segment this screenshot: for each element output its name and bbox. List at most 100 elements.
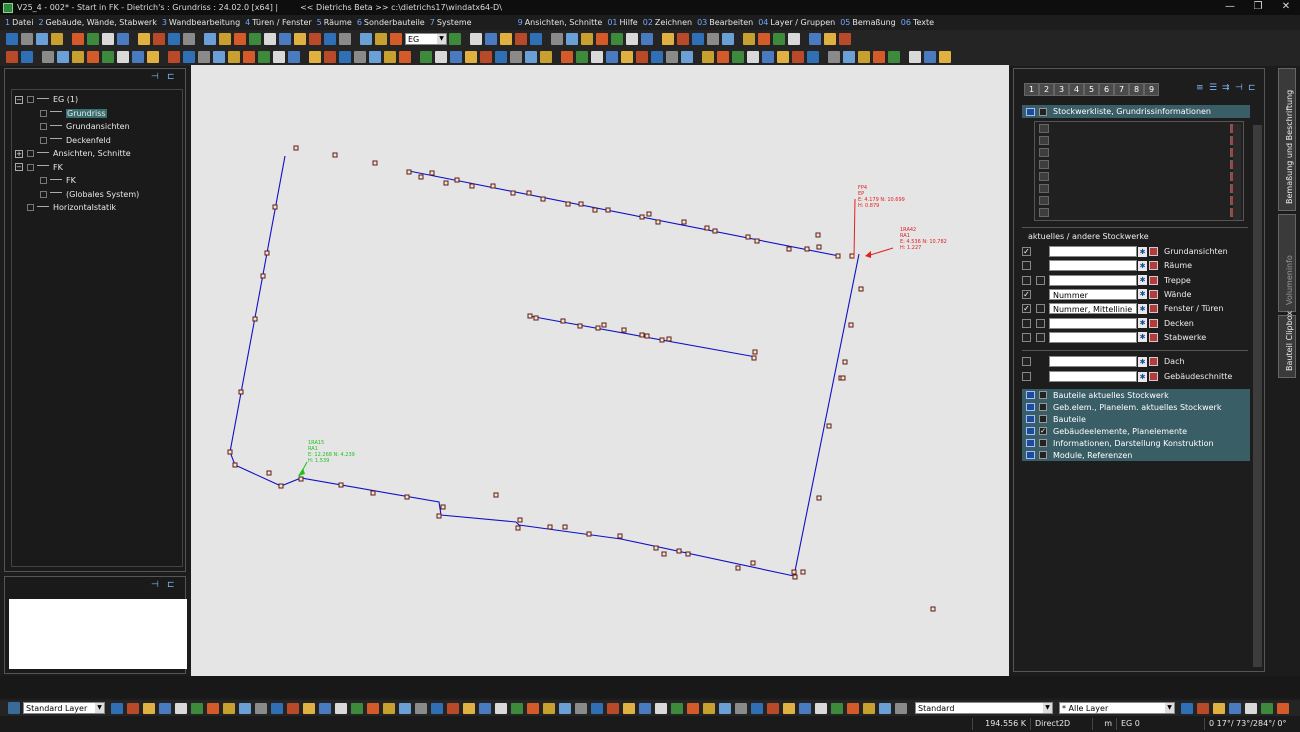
- align-icon[interactable]: ⇉: [1222, 84, 1232, 93]
- layer-display-field[interactable]: [1049, 317, 1137, 329]
- toolbar-tool-icon[interactable]: [168, 33, 180, 45]
- toolbar-tool-icon[interactable]: [576, 51, 588, 63]
- toolbar-tool-icon[interactable]: [21, 51, 33, 63]
- toolbar-tool-icon[interactable]: [662, 33, 674, 45]
- drawing-tool-icon[interactable]: [655, 702, 667, 714]
- tree-item[interactable]: + Ansichten, Schnitte: [12, 147, 182, 161]
- tree-checkbox[interactable]: [27, 163, 34, 171]
- toolbar-tool-icon[interactable]: [792, 51, 804, 63]
- drawing-tool-icon[interactable]: [271, 702, 283, 714]
- dock-icon[interactable]: ⊏: [167, 72, 177, 82]
- toolbar-tool-icon[interactable]: [828, 51, 840, 63]
- pin-icon[interactable]: ⊣: [1235, 84, 1245, 93]
- info-option-row[interactable]: Bauteile aktuelles Stockwerk: [1022, 389, 1250, 401]
- toolbar-tool-icon[interactable]: [72, 33, 84, 45]
- toolbar-tool-icon[interactable]: [480, 51, 492, 63]
- toolbar-tool-icon[interactable]: [777, 51, 789, 63]
- toolbar-tool-icon[interactable]: [102, 51, 114, 63]
- info-option-row[interactable]: Informationen, Darstellung Konstruktion: [1022, 437, 1250, 449]
- tree-item[interactable]: FK: [12, 174, 182, 188]
- info-option-row[interactable]: Module, Referenzen: [1022, 449, 1250, 461]
- toolbar-tool-icon[interactable]: [530, 33, 542, 45]
- toolbar-tool-icon[interactable]: [470, 33, 482, 45]
- dock-icon[interactable]: ⊏: [167, 580, 177, 590]
- layer-display-field[interactable]: [1049, 246, 1137, 257]
- floor-tab[interactable]: 9: [1144, 83, 1159, 96]
- drawing-tool-icon[interactable]: [383, 702, 395, 714]
- drawing-tool-icon[interactable]: [783, 702, 795, 714]
- drawing-tool-icon[interactable]: [495, 702, 507, 714]
- layer-display-field[interactable]: Nummer: [1049, 288, 1137, 300]
- toolbar-tool-icon[interactable]: [102, 33, 114, 45]
- settings-icon[interactable]: ✱: [1138, 318, 1147, 328]
- color-swatch[interactable]: [1149, 332, 1158, 342]
- toolbar-tool-icon[interactable]: [702, 51, 714, 63]
- collapse-icon[interactable]: −: [15, 95, 23, 104]
- toolbar-tool-icon[interactable]: [651, 51, 663, 63]
- toolbar-tool-icon[interactable]: [581, 33, 593, 45]
- toolbar-tool-icon[interactable]: [510, 51, 522, 63]
- toolbar-tool-icon[interactable]: [788, 33, 800, 45]
- floor-list-scrollbar[interactable]: [1233, 124, 1241, 220]
- drawing-tool-icon[interactable]: [895, 702, 907, 714]
- floor-tab[interactable]: 3: [1054, 83, 1069, 96]
- menu-item[interactable]: 1 Datei: [5, 18, 33, 27]
- minimize-button[interactable]: —: [1216, 0, 1244, 15]
- toolbar-tool-icon[interactable]: [732, 51, 744, 63]
- drawing-tool-icon[interactable]: [543, 702, 555, 714]
- layer-checkbox[interactable]: ✓: [1022, 304, 1031, 314]
- settings-icon[interactable]: ✱: [1138, 303, 1147, 314]
- toolbar-tool-icon[interactable]: [87, 33, 99, 45]
- tree-checkbox[interactable]: [40, 190, 47, 198]
- floor-tab[interactable]: 1: [1024, 83, 1039, 96]
- drawing-tool-icon[interactable]: [127, 702, 139, 714]
- color-swatch[interactable]: [1149, 372, 1158, 381]
- drawing-tool-icon[interactable]: [607, 702, 619, 714]
- tree-item[interactable]: Grundansichten: [12, 120, 182, 134]
- toolbar-tool-icon[interactable]: [747, 51, 759, 63]
- floor-list-header[interactable]: Stockwerkliste, Grundrissinformationen: [1022, 105, 1250, 118]
- drawing-tool-icon[interactable]: [735, 702, 747, 714]
- drawing-tool-icon[interactable]: [479, 702, 491, 714]
- drawing-tool-icon[interactable]: [111, 702, 123, 714]
- menu-item[interactable]: 3 Wandbearbeitung: [162, 18, 240, 27]
- toolbar-tool-icon[interactable]: [773, 33, 785, 45]
- menu-item[interactable]: 6 Sonderbauteile: [357, 18, 425, 27]
- layer-checkbox[interactable]: [1022, 318, 1031, 328]
- toolbar-tool-icon[interactable]: [420, 51, 432, 63]
- tree-item[interactable]: Deckenfeld: [12, 134, 182, 148]
- info-option-checkbox[interactable]: [1039, 451, 1047, 459]
- layer-checkbox[interactable]: [1022, 357, 1031, 366]
- toolbar-tool-icon[interactable]: [339, 51, 351, 63]
- toolbar-tool-icon[interactable]: [449, 33, 461, 45]
- toolbar-tool-icon[interactable]: [858, 51, 870, 63]
- toolbar-tool-icon[interactable]: [717, 51, 729, 63]
- color-swatch[interactable]: [1149, 247, 1158, 256]
- floor-tab[interactable]: 8: [1129, 83, 1144, 96]
- toolbar-tool-icon[interactable]: [57, 51, 69, 63]
- layer-display-field[interactable]: [1049, 260, 1137, 272]
- settings-icon[interactable]: ✱: [1138, 332, 1147, 343]
- drawing-tool-icon[interactable]: [415, 702, 427, 714]
- menu-item[interactable]: 2 Gebäude, Wände, Stabwerk: [38, 18, 156, 27]
- info-option-row[interactable]: Geb.elem., Planelem. aktuelles Stockwerk: [1022, 401, 1250, 413]
- floor-list[interactable]: [1034, 121, 1244, 221]
- floor-tab[interactable]: 6: [1099, 83, 1114, 96]
- toolbar-tool-icon[interactable]: [51, 33, 63, 45]
- info-option-checkbox[interactable]: [1039, 403, 1047, 411]
- drawing-tool-icon[interactable]: [351, 702, 363, 714]
- toolbar-tool-icon[interactable]: [264, 33, 276, 45]
- toolbar-tool-icon[interactable]: [450, 51, 462, 63]
- color-swatch[interactable]: [1149, 261, 1158, 271]
- floor-tab[interactable]: 2: [1039, 83, 1054, 96]
- layer-display-field[interactable]: [1049, 274, 1137, 286]
- toolbar-tool-icon[interactable]: [309, 33, 321, 45]
- layer-row[interactable]: ✓ ✱ Grundansichten: [1022, 245, 1254, 258]
- pin-icon[interactable]: ⊣: [151, 72, 161, 82]
- floor-select[interactable]: EG ▼: [405, 33, 447, 45]
- tree-checkbox[interactable]: [40, 109, 47, 117]
- maximize-button[interactable]: ❐: [1244, 0, 1272, 15]
- tree-checkbox[interactable]: [40, 177, 47, 185]
- drawing-tool-icon[interactable]: [591, 702, 603, 714]
- drawing-tool-icon[interactable]: [559, 702, 571, 714]
